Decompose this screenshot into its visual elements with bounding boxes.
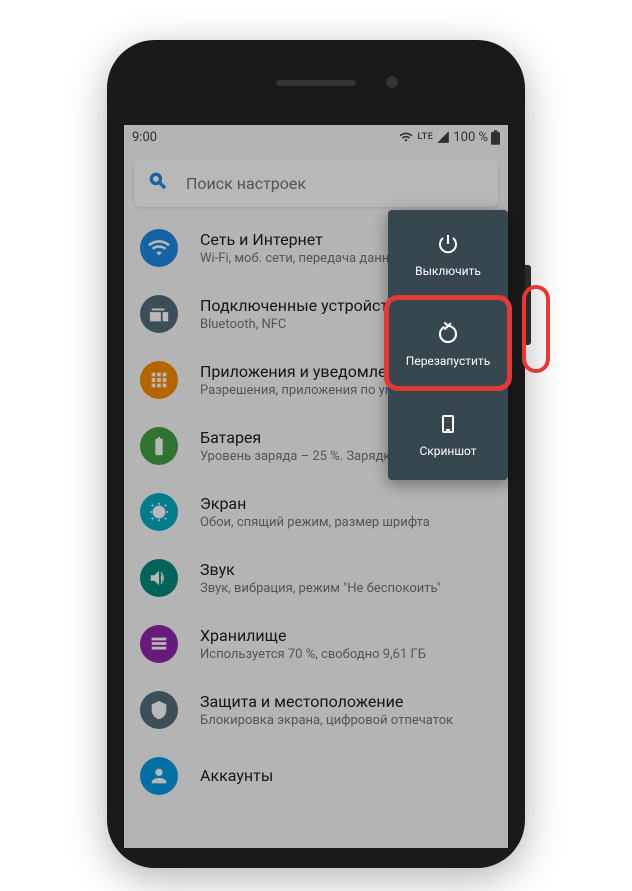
item-subtitle: Звук, вибрация, режим "Не беспокоить" <box>200 581 492 596</box>
item-title: Экран <box>200 494 492 513</box>
power-icon <box>436 232 460 256</box>
power-off-button[interactable]: Выключить <box>388 210 508 300</box>
settings-item-display[interactable]: Экран Обои, спящий режим, размер шрифта <box>124 479 508 545</box>
apps-icon <box>140 361 178 399</box>
status-time: 9:00 <box>132 130 157 145</box>
item-title: Звук <box>200 560 492 579</box>
item-text: Аккаунты <box>200 766 492 787</box>
item-text: Защита и местоположение Блокировка экрана… <box>200 692 492 728</box>
status-battery-text: 100 % <box>453 130 488 145</box>
screenshot-label: Скриншот <box>419 444 476 458</box>
screenshot-icon <box>436 412 460 436</box>
power-button-highlight <box>522 285 550 373</box>
restart-label: Перезапустить <box>406 354 490 368</box>
phone-speaker <box>276 80 356 86</box>
power-off-label: Выключить <box>415 264 481 278</box>
search-icon <box>148 171 168 195</box>
item-text: Хранилище Используется 70 %, свободно 9,6… <box>200 626 492 662</box>
item-title: Аккаунты <box>200 766 492 785</box>
security-icon <box>140 691 178 729</box>
screenshot-button[interactable]: Скриншот <box>388 390 508 480</box>
wifi-icon <box>140 229 178 267</box>
item-text: Звук Звук, вибрация, режим "Не беспокоить… <box>200 560 492 596</box>
item-subtitle: Обои, спящий режим, размер шрифта <box>200 515 492 530</box>
battery-icon <box>140 427 178 465</box>
storage-icon <box>140 625 178 663</box>
restart-button[interactable]: Перезапустить <box>388 300 508 390</box>
signal-icon <box>436 130 450 144</box>
search-bar[interactable]: Поиск настроек <box>134 159 498 207</box>
item-title: Хранилище <box>200 626 492 645</box>
power-menu: Выключить Перезапустить Скриншот <box>388 210 508 480</box>
status-lte: LTE <box>417 132 433 142</box>
accounts-icon <box>140 757 178 795</box>
item-subtitle: Используется 70 %, свободно 9,61 ГБ <box>200 647 492 662</box>
status-icons: LTE 100 % <box>398 130 500 145</box>
settings-item-sound[interactable]: Звук Звук, вибрация, режим "Не беспокоить… <box>124 545 508 611</box>
search-placeholder: Поиск настроек <box>186 174 306 193</box>
status-bar: 9:00 LTE 100 % <box>124 125 508 149</box>
settings-item-storage[interactable]: Хранилище Используется 70 %, свободно 9,6… <box>124 611 508 677</box>
battery-icon <box>491 130 500 145</box>
sound-icon <box>140 559 178 597</box>
settings-item-security[interactable]: Защита и местоположение Блокировка экрана… <box>124 677 508 743</box>
display-icon <box>140 493 178 531</box>
item-text: Экран Обои, спящий режим, размер шрифта <box>200 494 492 530</box>
phone-camera <box>386 76 398 88</box>
settings-item-accounts[interactable]: Аккаунты <box>124 743 508 809</box>
restart-icon <box>436 322 460 346</box>
devices-icon <box>140 295 178 333</box>
item-title: Защита и местоположение <box>200 692 492 711</box>
wifi-icon <box>398 130 414 144</box>
item-subtitle: Блокировка экрана, цифровой отпечаток <box>200 713 492 728</box>
